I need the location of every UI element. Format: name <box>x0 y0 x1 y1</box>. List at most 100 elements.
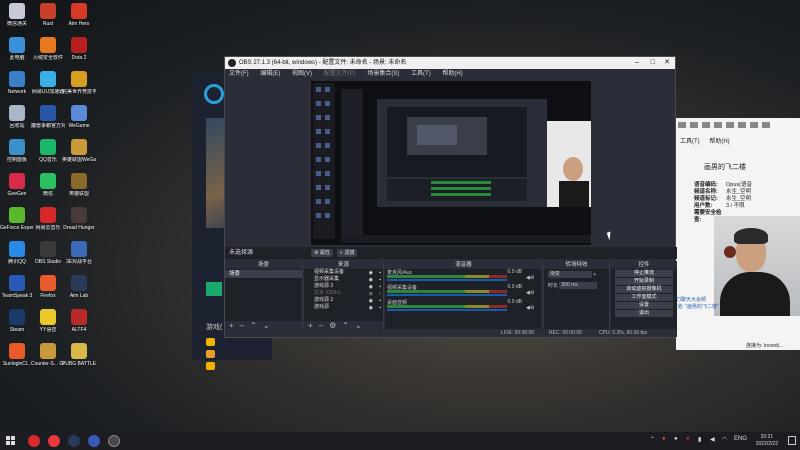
channel-title: 画男的飞二楼 <box>704 163 746 171</box>
add-icon[interactable]: + <box>593 272 596 278</box>
speaker-icon[interactable]: ◀⚙ <box>526 290 538 296</box>
desktop-icon[interactable]: QQ音乐 <box>31 139 65 173</box>
steam-taskbar-icon[interactable] <box>68 435 80 447</box>
desktop-icon[interactable]: Network <box>0 71 34 105</box>
desktop-icon[interactable]: 3E对战平台 <box>62 241 96 275</box>
desktop-icon[interactable]: Dota 2 <box>62 37 96 71</box>
source-item[interactable]: 视频采集设备 ◉ ▪ <box>304 269 383 276</box>
desktop-icon[interactable]: Rust <box>31 3 65 37</box>
desktop-icon[interactable]: ALTF4 <box>62 309 96 343</box>
obs-titlebar: OBS 27.1.3 (64-bit, windows) - 配置文件: 未命名… <box>225 57 675 69</box>
desktop-icon-label: 腾讯QQ <box>8 259 26 265</box>
wifi-icon[interactable]: ◠ <box>722 436 727 443</box>
settings-button[interactable]: 设置 <box>615 302 673 309</box>
source-item[interactable]: 游戏源 2 ◉ ▪ <box>304 297 383 304</box>
desktop-icon[interactable]: PUBG BATTLEGR... <box>62 343 96 377</box>
maximize-icon[interactable]: □ <box>651 57 655 69</box>
desktop-icon[interactable]: 网易云音乐 <box>31 207 65 241</box>
desktop-icon[interactable]: 回收站 <box>0 105 34 139</box>
desktop-icon[interactable]: OBS Studio <box>31 241 65 275</box>
tray-app-icon[interactable]: ● <box>686 436 690 442</box>
desktop-icon[interactable]: Steam <box>0 309 34 343</box>
desktop-icon-label: 火绒安全软件 <box>32 55 63 61</box>
desktop-icon[interactable]: YY语音 <box>31 309 65 343</box>
source-item[interactable]: 显示器采集 ◉ ▪ <box>304 276 383 283</box>
transition-select[interactable]: 渐变 <box>548 271 592 278</box>
desktop-icon[interactable]: 微信 <box>31 173 65 207</box>
desktop-icon[interactable]: Aim Hero <box>62 3 96 37</box>
menu-tools[interactable]: 工具(T) <box>680 139 700 145</box>
obs-title: OBS 27.1.3 (64-bit, windows) - 配置文件: 未命名… <box>239 60 407 66</box>
language-indicator[interactable]: ENG <box>734 436 747 442</box>
launcher-list-icon <box>206 338 215 346</box>
desktop-icon[interactable]: 网易UU加速器 <box>31 71 65 105</box>
minimize-icon[interactable]: – <box>635 57 639 69</box>
start-recording-button[interactable]: 开始录制 <box>615 278 673 285</box>
properties-button[interactable]: ⚙ 属性 <box>311 249 333 257</box>
network-icon[interactable]: ▮ <box>698 436 701 443</box>
desktop-icon[interactable]: GeeGee <box>0 173 34 207</box>
obs-preview[interactable] <box>311 81 591 245</box>
duration-input[interactable]: 300 ms <box>559 282 598 290</box>
menu-edit[interactable]: 编辑(E) <box>260 71 280 77</box>
tray-app-icon[interactable]: ● <box>662 436 666 442</box>
desktop-icon[interactable]: Dread Hunger <box>62 207 96 241</box>
netease-music-taskbar-icon[interactable] <box>28 435 40 447</box>
source-item[interactable]: 游戏源 ◉ ▪ <box>304 304 383 311</box>
stop-stream-button[interactable]: 停止推流 <box>615 270 673 277</box>
desktop-icon[interactable]: 火绒安全软件 <box>31 37 65 71</box>
menu-view[interactable]: 视图(V) <box>292 71 312 77</box>
scene-item[interactable]: 场景 <box>225 270 302 278</box>
notification-icon[interactable] <box>788 436 796 445</box>
app-icon <box>71 105 87 121</box>
speaker-icon[interactable]: ◀⚙ <box>526 275 538 281</box>
source-toolbar: 未选择源 ⚙ 属性 ◐ 滤镜 <box>225 247 677 259</box>
windows-start-icon[interactable] <box>6 436 16 446</box>
desktop-icon[interactable]: 微信通关 <box>0 3 34 37</box>
desktop-icon[interactable]: 魔兽争霸官方对战平台 <box>31 105 65 139</box>
menu-profile[interactable]: 配置文件(P) <box>324 71 356 77</box>
desktop-icon[interactable]: 英雄联盟WeGame版 <box>62 139 96 173</box>
tray-chevron-icon[interactable]: ⌃ <box>650 436 655 443</box>
menu-scene-collection[interactable]: 场景集合(S) <box>367 71 399 77</box>
menu-tools[interactable]: 工具(T) <box>411 71 431 77</box>
desktop-icon[interactable]: Counter-S... Global Off... <box>31 343 65 377</box>
filters-button[interactable]: ◐ 滤镜 <box>337 249 358 257</box>
desktop-icon[interactable]: SunloginCl... <box>0 343 34 377</box>
launcher-green-button[interactable] <box>206 282 222 296</box>
desktop-icon[interactable]: 腾讯QQ <box>0 241 34 275</box>
desktop-icon[interactable]: GeForce Experience <box>0 207 34 241</box>
desktop-icon[interactable]: Aim Lab <box>62 275 96 309</box>
studio-mode-button[interactable]: 工作室模式 <box>615 294 673 301</box>
desktop-icon[interactable]: TeamSpeak 3 <box>0 275 34 309</box>
virtual-camera-button[interactable]: 启动虚拟摄像机 <box>615 286 673 293</box>
exit-button[interactable]: 退出 <box>615 310 673 317</box>
volume-slider[interactable] <box>387 309 507 311</box>
teamspeak-taskbar-icon[interactable] <box>88 435 100 447</box>
desktop-icon[interactable]: Firefox <box>31 275 65 309</box>
desktop-icon[interactable]: 控制面板 <box>0 139 34 173</box>
obs-taskbar-icon[interactable] <box>108 435 120 447</box>
desktop-icon[interactable]: 完美世界竞技平台 <box>62 71 96 105</box>
volume-slider[interactable] <box>387 294 507 296</box>
desktop-icon[interactable]: WeGame <box>62 105 96 139</box>
menu-help[interactable]: 帮助(H) <box>709 139 729 145</box>
speaker-icon[interactable]: ◀⚙ <box>526 305 538 311</box>
menu-file[interactable]: 文件(F) <box>229 71 249 77</box>
geegee-taskbar-icon[interactable] <box>48 435 60 447</box>
volume-icon[interactable]: ◀ <box>710 436 715 443</box>
volume-slider[interactable] <box>387 279 507 281</box>
source-item[interactable]: 游戏源 3 ◉ ▪ <box>304 283 383 290</box>
desktop-icon-label: ALTF4 <box>71 327 87 333</box>
desktop-icon-label: YY语音 <box>39 327 57 333</box>
clock[interactable]: 20:21 2022/2/22 <box>756 434 778 448</box>
desktop-icon[interactable]: 英雄联盟 <box>62 173 96 207</box>
desktop-icon[interactable]: 此电脑 <box>0 37 34 71</box>
desktop-icon-label: 英雄联盟WeGame版 <box>62 157 96 163</box>
close-icon[interactable]: ✕ <box>664 57 670 69</box>
obs-statusbar: LIVE: 00:00:00 REC: 00:00:00 CPU: 0.3%, … <box>225 329 677 337</box>
tray-app-icon[interactable]: ● <box>674 436 678 442</box>
source-item[interactable]: 文本 (GDI+) ◉ ▪ <box>304 290 383 297</box>
app-icon <box>40 343 56 359</box>
menu-help[interactable]: 帮助(H) <box>442 71 462 77</box>
